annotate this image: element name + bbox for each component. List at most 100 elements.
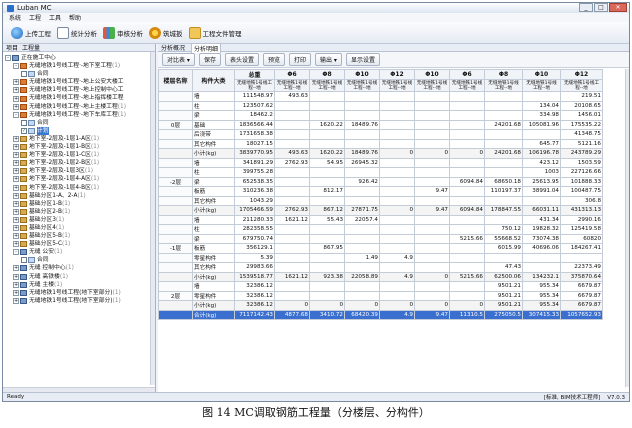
menu-system[interactable]: 系统 — [9, 13, 21, 22]
table-row[interactable]: 墙 341891.29 2762.93 54.95 26945.32 423.12 1503… — [158, 157, 603, 168]
tree-node[interactable]: + 地下室-2层及-1层1-B区 (1) — [5, 143, 155, 151]
tab-quantity[interactable]: 工程量 — [22, 43, 40, 52]
expand-icon[interactable]: + — [13, 216, 19, 223]
maximize-button[interactable]: □ — [594, 3, 608, 12]
stats-analysis-button[interactable]: 统计分析 — [57, 26, 97, 39]
tree-node[interactable]: + 无缝地铁1号线工程(地下室部分) (1) — [5, 289, 155, 297]
expand-icon[interactable]: + — [13, 79, 19, 86]
table-row[interactable]: 后浇带 1731658.38 41348.75 — [158, 129, 603, 140]
tree-node[interactable]: + 基础分区1-B (1) — [5, 200, 155, 208]
tree-node[interactable]: + 地下室-2层及-1层4-A区 (1) — [5, 175, 155, 183]
tree-node[interactable]: + 无缝 主楼 (1) — [5, 281, 155, 289]
tree-node[interactable]: + 无缝 高铁楼 (1) — [5, 273, 155, 281]
expand-icon[interactable]: + — [13, 152, 19, 159]
table-row[interactable]: -2层梁 652538.35 926.42 6094.84 68650.18 25613.… — [158, 176, 603, 187]
column-header[interactable]: 楼层名称 — [158, 69, 193, 92]
expand-icon[interactable]: + — [13, 103, 19, 110]
menu-help[interactable]: 帮助 — [69, 13, 81, 22]
grid-vertical-scrollbar[interactable] — [625, 69, 629, 387]
project-file-manager-button[interactable]: 工程文件管理 — [188, 26, 242, 39]
table-row[interactable]: 小计(kg) 1539518.77 1621.12 923.38 22058.89 4.9… — [158, 271, 603, 282]
collapse-icon[interactable]: - — [5, 55, 11, 62]
table-row[interactable]: 柱 123507.62 134.04 20108.65 — [158, 100, 603, 111]
tree-node[interactable]: - 正在施工中心 — [5, 54, 155, 62]
audit-analysis-button[interactable]: 审核分析 — [103, 26, 143, 39]
column-header[interactable]: Φ12 — [560, 69, 603, 80]
tree-node[interactable]: - 无缝 公安 (1) — [5, 248, 155, 256]
table-row[interactable]: 小计(kg) 1705466.59 2762.93 867.12 27871.75 0 9.… — [158, 205, 603, 216]
table-row[interactable]: 合计(kg) 7117142.43 4877.68 3410.72 68420.39 4.… — [158, 309, 603, 320]
export-dropdown[interactable]: 输出 ▾ — [315, 53, 342, 66]
tree-node[interactable]: + 无缝地铁1号线工程·-地上公安大楼工 — [5, 78, 155, 86]
tree-node[interactable]: 合同 — [5, 119, 155, 127]
expand-icon[interactable]: + — [13, 281, 19, 288]
expand-icon[interactable]: + — [13, 135, 19, 142]
tree-node[interactable]: 合同 — [5, 256, 155, 264]
expand-icon[interactable]: + — [13, 297, 19, 304]
tree-node[interactable]: + 地下室-2层及-1层2-B区 (1) — [5, 159, 155, 167]
table-row[interactable]: 其它构件 18027.15 645.77 5121.16 — [158, 138, 603, 149]
tree-node[interactable]: + 无缝地铁1号线工程(地下室部分) (1) — [5, 297, 155, 305]
preview-button[interactable]: 预览 — [262, 53, 285, 66]
collapse-icon[interactable]: - — [13, 111, 19, 118]
table-row[interactable]: 0层 基础 1836566.44 1620.22 18489.76 24201.68 105… — [158, 119, 603, 130]
table-row[interactable]: 墙 111548.97 493.63 219.51 — [158, 91, 603, 102]
column-header[interactable]: Φ8 — [309, 69, 345, 80]
expand-icon[interactable]: + — [13, 289, 19, 296]
menu-project[interactable]: 工程 — [29, 13, 41, 22]
collapse-icon[interactable]: - — [13, 63, 19, 70]
table-row[interactable]: 柱 282358.55 750.12 19828.32 125419.58 — [158, 224, 603, 235]
tree-node[interactable]: + 基础分区2-B (1) — [5, 208, 155, 216]
tree-node[interactable]: - 无缝地铁1号线工程·-地下室工程 (1) — [5, 62, 155, 70]
expand-icon[interactable]: + — [13, 233, 19, 240]
expand-icon[interactable]: + — [13, 192, 19, 199]
table-row[interactable]: 梁 679750.74 5215.66 55668.52 73074.38 60820 — [158, 233, 603, 244]
expand-icon[interactable]: + — [13, 241, 19, 248]
expand-icon[interactable]: + — [13, 168, 19, 175]
table-row[interactable]: 板筋 310236.38 812.17 9.47 110197.37 38991.04 10… — [158, 186, 603, 197]
tree-node[interactable]: + 地下室-2层及-1层4-B区 (1) — [5, 184, 155, 192]
table-row[interactable]: 2层 零星构件 32386.12 9501.21 955.34 6679.87 — [158, 290, 603, 301]
close-button[interactable]: ✕ — [609, 3, 627, 12]
tree-node[interactable]: + 基础分区1-A、2-A (1) — [5, 192, 155, 200]
column-header[interactable]: Φ10 — [522, 69, 561, 80]
tree-checkbox[interactable] — [21, 119, 27, 126]
table-row[interactable]: 小计(kg) 32386.12 0 0 0 0 0 0 9501.21 955.34 6679.87 — [158, 300, 603, 311]
tree-node[interactable]: + 无缝地铁1号线工程·-地上主楼工程 (1) — [5, 103, 155, 111]
tree-checkbox[interactable] — [21, 71, 27, 78]
column-header[interactable]: Φ8 — [484, 69, 523, 80]
header-settings-button[interactable]: 表头设置 — [224, 53, 259, 66]
upload-project-button[interactable]: 上传工程 — [11, 26, 51, 39]
tab-project[interactable]: 项目 — [6, 43, 18, 52]
tree-checkbox[interactable]: ✓ — [21, 127, 27, 134]
table-row[interactable]: 小计(kg) 3839770.95 493.63 1620.22 18489.76 0 0 0… — [158, 148, 603, 159]
table-row[interactable]: 墙 211280.33 1621.12 55.43 22057.4 431.34 2990.… — [158, 214, 603, 225]
table-row[interactable]: 其它构件 29983.66 47.43 22373.49 — [158, 262, 603, 273]
column-header[interactable]: Φ6 — [449, 69, 485, 80]
tree-node[interactable]: + 基础分区3 (1) — [5, 216, 155, 224]
expand-icon[interactable]: + — [13, 144, 19, 151]
tree-node[interactable]: + 地下室-2层及-1层3区 (1) — [5, 167, 155, 175]
tree-checkbox[interactable] — [21, 257, 27, 264]
table-row[interactable]: 墙 32386.12 9501.21 955.34 6679.87 — [158, 281, 603, 292]
compare-table-dropdown[interactable]: 对比表 ▾ — [162, 53, 195, 66]
print-button[interactable]: 打印 — [288, 53, 311, 66]
column-header[interactable]: Φ10 — [344, 69, 380, 80]
column-header[interactable]: 总重 — [234, 69, 275, 80]
tree-node[interactable]: + 基础分区5-C (1) — [5, 240, 155, 248]
expand-icon[interactable]: + — [13, 160, 19, 167]
column-header[interactable]: 构件大类 — [192, 69, 235, 92]
column-header[interactable]: Φ12 — [379, 69, 415, 80]
tree-node[interactable]: + 无缝地铁1号线工程·-地上指挥楼工程 — [5, 94, 155, 102]
tree-node[interactable]: - 无缝地铁1号线工程·-地下车库工程 (1) — [5, 111, 155, 119]
collapse-icon[interactable]: - — [13, 249, 19, 256]
table-row[interactable]: 零星构件 5.39 1.49 4.9 — [158, 252, 603, 263]
table-row[interactable]: 梁 18462.2 334.98 1456.01 — [158, 110, 603, 121]
tree-vertical-scrollbar[interactable] — [150, 52, 155, 385]
save-button[interactable]: 保存 — [198, 53, 221, 66]
tab-analysis-overview[interactable]: 分析概况 — [161, 43, 185, 52]
expand-icon[interactable]: + — [13, 95, 19, 102]
expand-icon[interactable]: + — [13, 208, 19, 215]
expand-icon[interactable]: + — [13, 87, 19, 94]
table-row[interactable]: 其它构件 1043.29 306.8 — [158, 195, 603, 206]
